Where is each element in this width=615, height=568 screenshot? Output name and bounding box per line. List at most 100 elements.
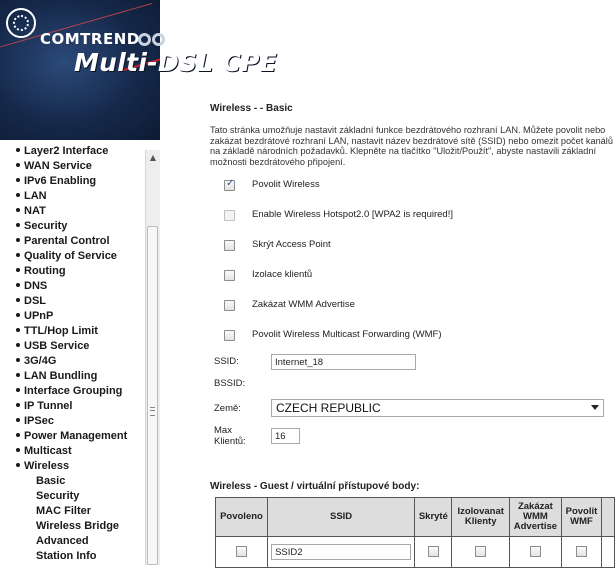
bullet-icon	[16, 148, 20, 153]
bullet-icon	[16, 433, 20, 438]
sidebar-item-label: WAN Service	[24, 160, 92, 172]
guest-wmf-checkbox[interactable]	[575, 546, 587, 558]
guest-ssid-cell: SSID2	[266, 536, 416, 568]
sidebar-subitem-wireless-bridge[interactable]: Wireless Bridge	[36, 519, 119, 533]
max-clients-label-line2: Klientů:	[214, 436, 246, 447]
sidebar-item-upnp[interactable]: UPnP	[16, 309, 53, 323]
guest-isolate-checkbox[interactable]	[475, 546, 487, 558]
scroll-up-arrow-icon[interactable]: ▲	[146, 150, 160, 164]
sidebar-item-3g-4g[interactable]: 3G/4G	[16, 354, 56, 368]
sidebar-item-label: IPSec	[24, 415, 54, 427]
product-title: Multi-DSL CPE	[74, 48, 278, 77]
guest-hidden-checkbox[interactable]	[427, 546, 439, 558]
sidebar-scrollbar[interactable]: ▲	[145, 150, 160, 565]
sidebar-item-label: Basic	[36, 475, 66, 487]
sidebar-item-label: LAN	[24, 190, 47, 202]
table-row: SSID2	[215, 536, 615, 568]
sidebar-item-security[interactable]: Security	[16, 219, 67, 233]
guest-wmm-checkbox[interactable]	[529, 546, 541, 558]
chevron-down-icon	[591, 405, 599, 410]
scrollbar-thumb[interactable]	[147, 226, 158, 565]
bullet-icon	[16, 223, 20, 228]
sidebar-item-label: DNS	[24, 280, 48, 292]
sidebar-item-power-management[interactable]: Power Management	[16, 429, 127, 443]
country-select-value: CZECH REPUBLIC	[276, 401, 381, 415]
sidebar-item-quality-of-service[interactable]: Quality of Service	[16, 249, 117, 263]
option-checkbox-0[interactable]	[224, 178, 235, 191]
guest-enabled-checkbox[interactable]	[235, 546, 247, 558]
sidebar-subitem-basic[interactable]: Basic	[36, 474, 65, 488]
sidebar-item-label: 3G/4G	[24, 355, 57, 367]
sidebar-subitem-security[interactable]: Security	[36, 489, 79, 503]
sidebar-item-label: MAC Filter	[36, 505, 91, 517]
sidebar-subitem-advanced[interactable]: Advanced	[36, 534, 89, 548]
column-header-hidden: Skryté	[414, 497, 453, 537]
sidebar-item-ip-tunnel[interactable]: IP Tunnel	[16, 399, 73, 413]
option-checkbox-2[interactable]	[224, 240, 235, 251]
ssid-input[interactable]: Internet_18	[271, 354, 416, 370]
sidebar-item-ttl-hop-limit[interactable]: TTL/Hop Limit	[16, 324, 98, 338]
sidebar-item-label: LAN Bundling	[24, 370, 98, 382]
bullet-icon	[16, 313, 20, 318]
option-label-1: Enable Wireless Hotspot2.0 [WPA2 is requ…	[252, 209, 453, 220]
column-header-enabled: Povoleno	[215, 497, 268, 537]
column-header-ssid: SSID	[266, 497, 416, 537]
guest-enabled-cell	[215, 536, 268, 568]
sidebar-item-routing[interactable]: Routing	[16, 264, 66, 278]
bullet-icon	[16, 253, 20, 258]
bullet-icon	[16, 388, 20, 393]
bssid-label: BSSID:	[214, 378, 246, 389]
guest-ssid-input[interactable]: SSID2	[271, 543, 412, 560]
bullet-icon	[16, 163, 20, 168]
sidebar-item-wireless[interactable]: Wireless	[16, 459, 69, 473]
sidebar-item-label: Station Info	[36, 550, 97, 562]
sidebar-item-lan[interactable]: LAN	[16, 189, 47, 203]
bullet-icon	[16, 463, 20, 468]
bullet-icon	[16, 373, 20, 378]
bullet-icon	[16, 343, 20, 348]
page-title: Wireless - - Basic	[210, 103, 293, 114]
max-clients-input[interactable]: 16	[271, 428, 300, 444]
sidebar-item-ipv6-enabling[interactable]: IPv6 Enabling	[16, 174, 96, 188]
sidebar-item-label: Parental Control	[24, 235, 110, 247]
sidebar-item-label: IPv6 Enabling	[24, 175, 97, 187]
bullet-icon	[16, 403, 20, 408]
sidebar-subitem-mac-filter[interactable]: MAC Filter	[36, 504, 91, 518]
sidebar-item-lan-bundling[interactable]: LAN Bundling	[16, 369, 97, 383]
bullet-icon	[16, 178, 20, 183]
sidebar-item-dns[interactable]: DNS	[16, 279, 47, 293]
logo-text: COMTREND	[40, 30, 140, 48]
max-clients-label-line1: Max	[214, 425, 232, 436]
option-label-5: Povolit Wireless Multicast Forwarding (W…	[252, 329, 442, 340]
guest-section-title: Wireless - Guest / virtuální přístupové …	[210, 481, 420, 492]
sidebar-item-nat[interactable]: NAT	[16, 204, 46, 218]
sidebar-item-wan-service[interactable]: WAN Service	[16, 159, 92, 173]
sidebar-item-label: Multicast	[24, 445, 72, 457]
sidebar-subitem-station-info[interactable]: Station Info	[36, 549, 97, 563]
sidebar-item-parental-control[interactable]: Parental Control	[16, 234, 110, 248]
sidebar-item-label: USB Service	[24, 340, 90, 352]
option-checkbox-4[interactable]	[224, 300, 235, 311]
country-select[interactable]: CZECH REPUBLIC	[271, 399, 604, 417]
option-checkbox-5[interactable]	[224, 330, 235, 341]
sidebar-item-ipsec[interactable]: IPSec	[16, 414, 54, 428]
bullet-icon	[16, 448, 20, 453]
sidebar-item-dsl[interactable]: DSL	[16, 294, 46, 308]
sidebar-item-label: DSL	[24, 295, 46, 307]
option-label-4: Zakázat WMM Advertise	[252, 299, 355, 310]
sidebar-item-label: Quality of Service	[24, 250, 117, 262]
sidebar-item-interface-grouping[interactable]: Interface Grouping	[16, 384, 122, 398]
sidebar-item-label: Security	[24, 220, 68, 232]
sidebar-item-layer2-interface[interactable]: Layer2 Interface	[16, 144, 108, 158]
bullet-icon	[16, 193, 20, 198]
sidebar-item-usb-service[interactable]: USB Service	[16, 339, 89, 353]
sidebar-item-label: Advanced	[36, 535, 89, 547]
sidebar-item-label: IP Tunnel	[24, 400, 73, 412]
sidebar-item-multicast[interactable]: Multicast	[16, 444, 72, 458]
option-label-3: Izolace klientů	[252, 269, 313, 280]
max-clients-label: Max Klientů:	[214, 425, 246, 447]
bullet-icon	[16, 298, 20, 303]
option-label-2: Skrýt Access Point	[252, 239, 331, 250]
option-checkbox-3[interactable]	[224, 270, 235, 281]
scrollbar-grip-icon	[150, 407, 155, 416]
